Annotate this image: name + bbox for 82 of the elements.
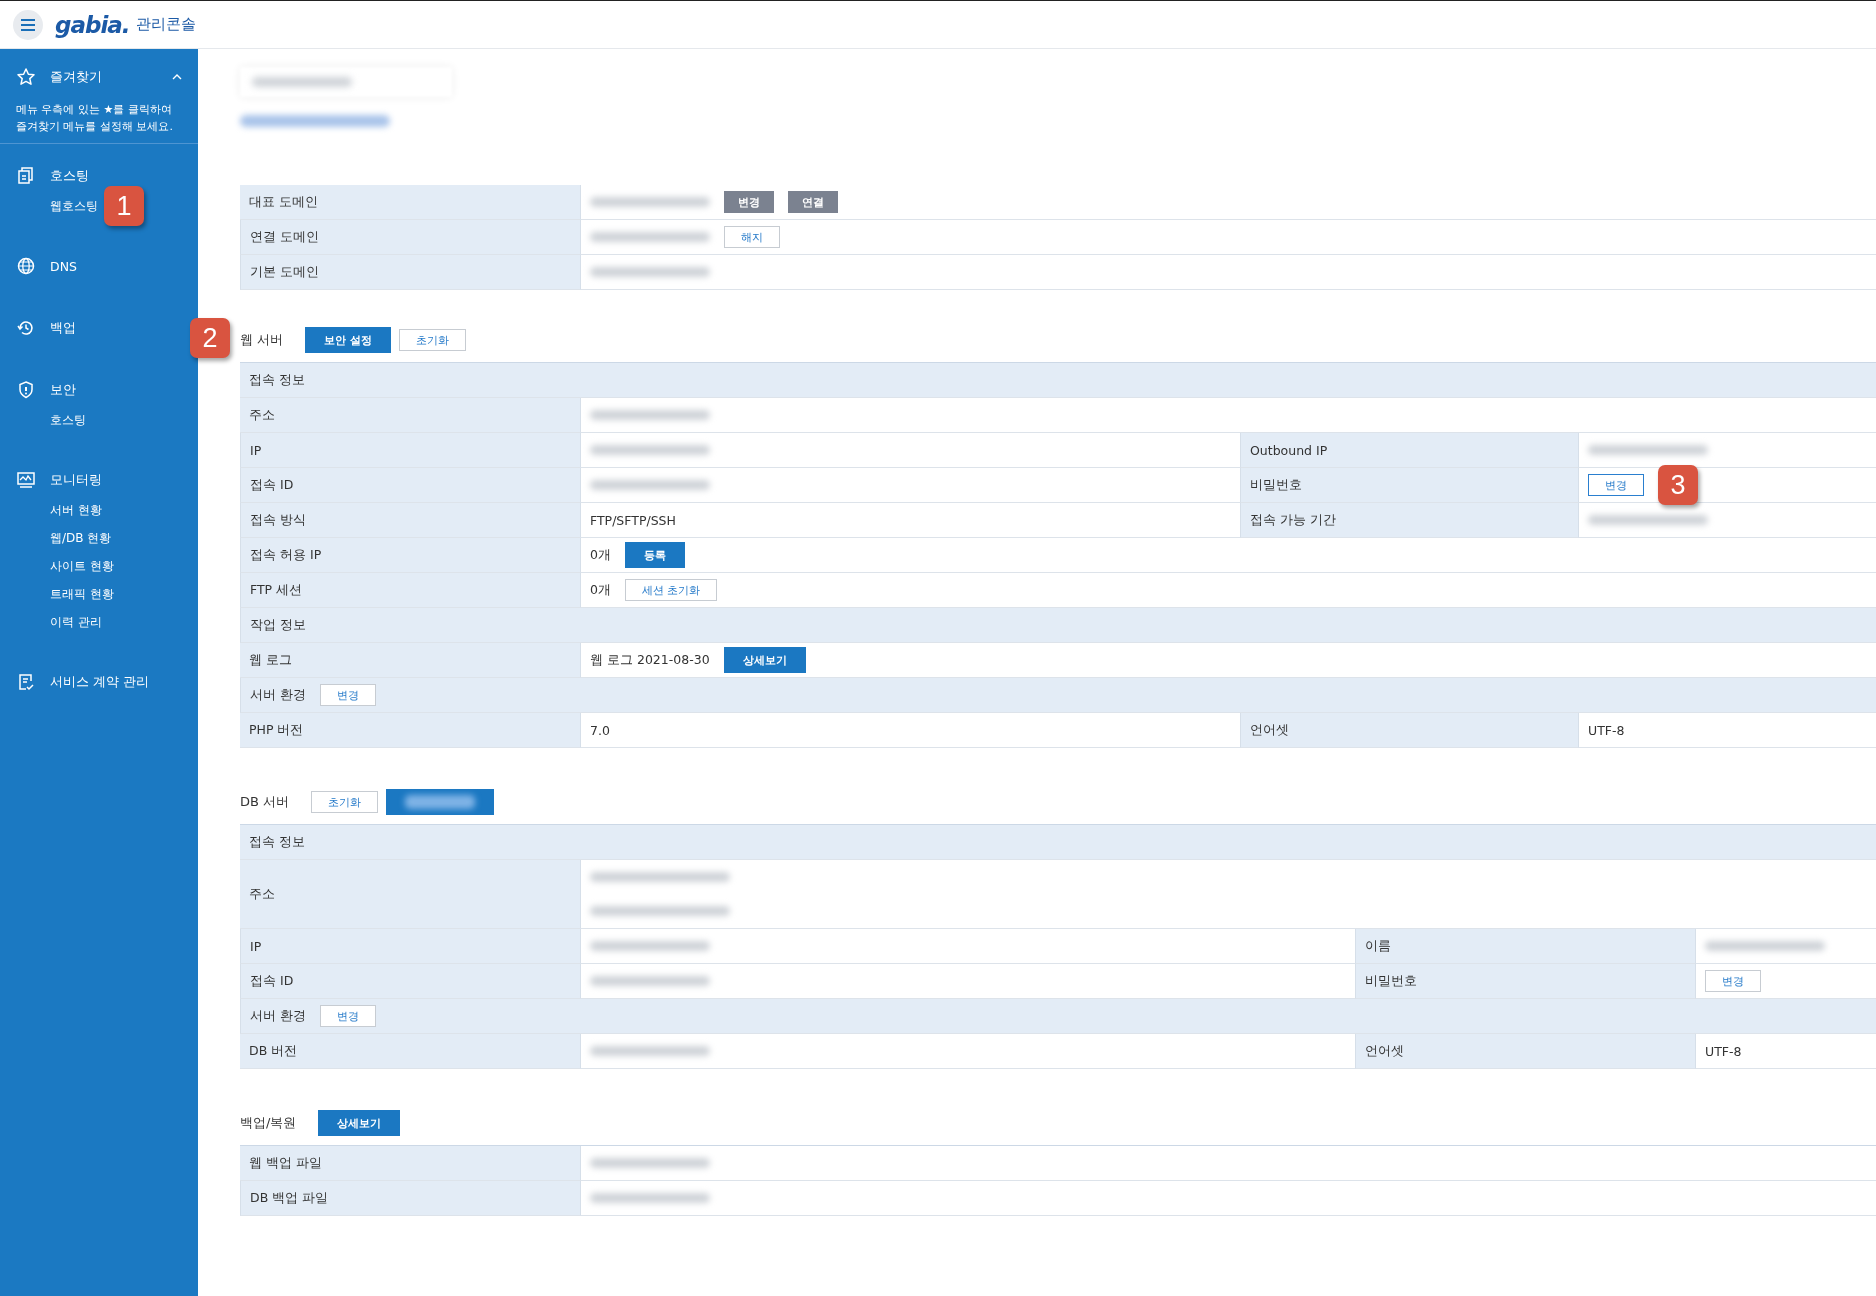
sidebar-item[interactable]: 모니터링 bbox=[50, 471, 102, 489]
row-label: 작업 정보 bbox=[250, 616, 306, 634]
row-label: 대표 도메인 bbox=[249, 193, 318, 211]
history-icon bbox=[16, 318, 36, 338]
row-label: Outbound IP bbox=[1250, 442, 1328, 458]
row-label: 연결 도메인 bbox=[250, 228, 319, 246]
menu-icon[interactable] bbox=[13, 9, 43, 40]
row-label: IP bbox=[250, 442, 262, 458]
row-label: 기본 도메인 bbox=[250, 263, 319, 281]
star-icon bbox=[16, 67, 36, 87]
row-label: 접속 방식 bbox=[250, 511, 306, 529]
cell-value: UTF-8 bbox=[1705, 1043, 1742, 1059]
step-badge: 2 bbox=[190, 318, 230, 358]
cell-button[interactable]: 등록 bbox=[624, 542, 685, 568]
cell-button[interactable]: 변경 bbox=[1588, 474, 1644, 496]
row-label: 웹 로그 bbox=[249, 651, 292, 669]
row-label: 주소 bbox=[249, 885, 275, 903]
cell-button[interactable]: 변경 bbox=[1705, 970, 1761, 992]
shield-icon bbox=[16, 380, 36, 400]
sidebar-subitem[interactable]: 서버 현황 bbox=[50, 501, 102, 519]
cell-value: FTP/SFTP/SSH bbox=[590, 512, 676, 528]
section-button[interactable]: 초기화 bbox=[399, 329, 466, 351]
row-label: 언어셋 bbox=[1250, 721, 1289, 739]
row-label: 비밀번호 bbox=[1365, 972, 1417, 990]
cell-value: UTF-8 bbox=[1588, 722, 1625, 738]
section-title: 웹 서버 bbox=[240, 331, 284, 349]
sidebar-subitem[interactable]: 사이트 현황 bbox=[50, 557, 114, 575]
step-badge: 1 bbox=[104, 186, 144, 226]
sidebar-item[interactable]: DNS bbox=[50, 258, 77, 274]
row-label: 접속 허용 IP bbox=[250, 546, 322, 564]
row-label: 접속 정보 bbox=[249, 833, 305, 851]
sidebar-item[interactable]: 호스팅 bbox=[50, 167, 89, 185]
chevron-up-icon[interactable] bbox=[172, 74, 182, 80]
row-label: DB 백업 파일 bbox=[250, 1189, 329, 1207]
row-label: 이름 bbox=[1365, 937, 1391, 955]
change-button[interactable]: 변경 bbox=[320, 684, 376, 706]
row-label: 웹 백업 파일 bbox=[249, 1154, 322, 1172]
section-button[interactable]: 보안 설정 bbox=[305, 327, 391, 353]
sidebar-item[interactable]: 보안 bbox=[50, 381, 76, 399]
app-title: 관리콘솔 bbox=[135, 15, 196, 34]
cell-value: 7.0 bbox=[590, 722, 610, 738]
contract-icon bbox=[16, 672, 36, 692]
cell-button[interactable]: 상세보기 bbox=[723, 647, 806, 673]
row-label: 접속 정보 bbox=[249, 371, 305, 389]
sidebar-subitem[interactable]: 이력 관리 bbox=[50, 613, 102, 631]
row-label: 접속 가능 기간 bbox=[1250, 511, 1336, 529]
section-button[interactable]: 상세보기 bbox=[318, 1110, 401, 1136]
sidebar-item[interactable]: 백업 bbox=[50, 319, 76, 337]
row-label: 비밀번호 bbox=[1250, 476, 1302, 494]
section-title: DB 서버 bbox=[240, 793, 290, 811]
cell-button[interactable]: 연결 bbox=[788, 191, 838, 213]
cell-button[interactable]: 해지 bbox=[724, 226, 780, 248]
cell-value: 0개 bbox=[590, 581, 611, 599]
row-label: DB 버전 bbox=[249, 1042, 298, 1060]
cell-button[interactable]: 변경 bbox=[724, 191, 774, 213]
cell-value: 0개 bbox=[590, 546, 611, 564]
cell-value: 웹 로그 2021-08-30 bbox=[590, 651, 710, 669]
cell-button[interactable]: 세션 초기화 bbox=[624, 579, 718, 601]
row-label: 서버 환경 bbox=[250, 1007, 306, 1025]
row-label: FTP 세션 bbox=[250, 581, 303, 599]
monitor-chart-icon bbox=[16, 470, 36, 490]
sidebar-subitem[interactable]: 호스팅 bbox=[50, 411, 86, 429]
sidebar-item[interactable]: 즐겨찾기 bbox=[50, 68, 102, 86]
sidebar-subitem[interactable]: 웹호스팅 bbox=[50, 197, 98, 215]
favorites-hint: 메뉴 우측에 있는 ★를 클릭하여 즐겨찾기 메뉴를 설정해 보세요. bbox=[16, 102, 174, 135]
row-label: IP bbox=[250, 938, 262, 954]
sidebar-subitem[interactable]: 트래픽 현황 bbox=[50, 585, 114, 603]
globe-icon bbox=[16, 256, 36, 276]
document-stack-icon bbox=[16, 166, 36, 186]
sidebar-item[interactable]: 서비스 계약 관리 bbox=[50, 673, 149, 691]
row-label: 서버 환경 bbox=[250, 686, 306, 704]
row-label: 접속 ID bbox=[250, 476, 294, 494]
logo[interactable]: gabia. bbox=[55, 11, 130, 38]
change-button[interactable]: 변경 bbox=[320, 1005, 376, 1027]
row-label: PHP 버전 bbox=[249, 721, 304, 739]
row-label: 언어셋 bbox=[1365, 1042, 1404, 1060]
section-title: 백업/복원 bbox=[240, 1114, 297, 1132]
section-button[interactable]: 초기화 bbox=[311, 791, 379, 813]
step-badge: 3 bbox=[1658, 465, 1698, 505]
sidebar-subitem[interactable]: 웹/DB 현황 bbox=[50, 529, 112, 547]
row-label: 접속 ID bbox=[250, 972, 294, 990]
row-label: 주소 bbox=[249, 406, 275, 424]
